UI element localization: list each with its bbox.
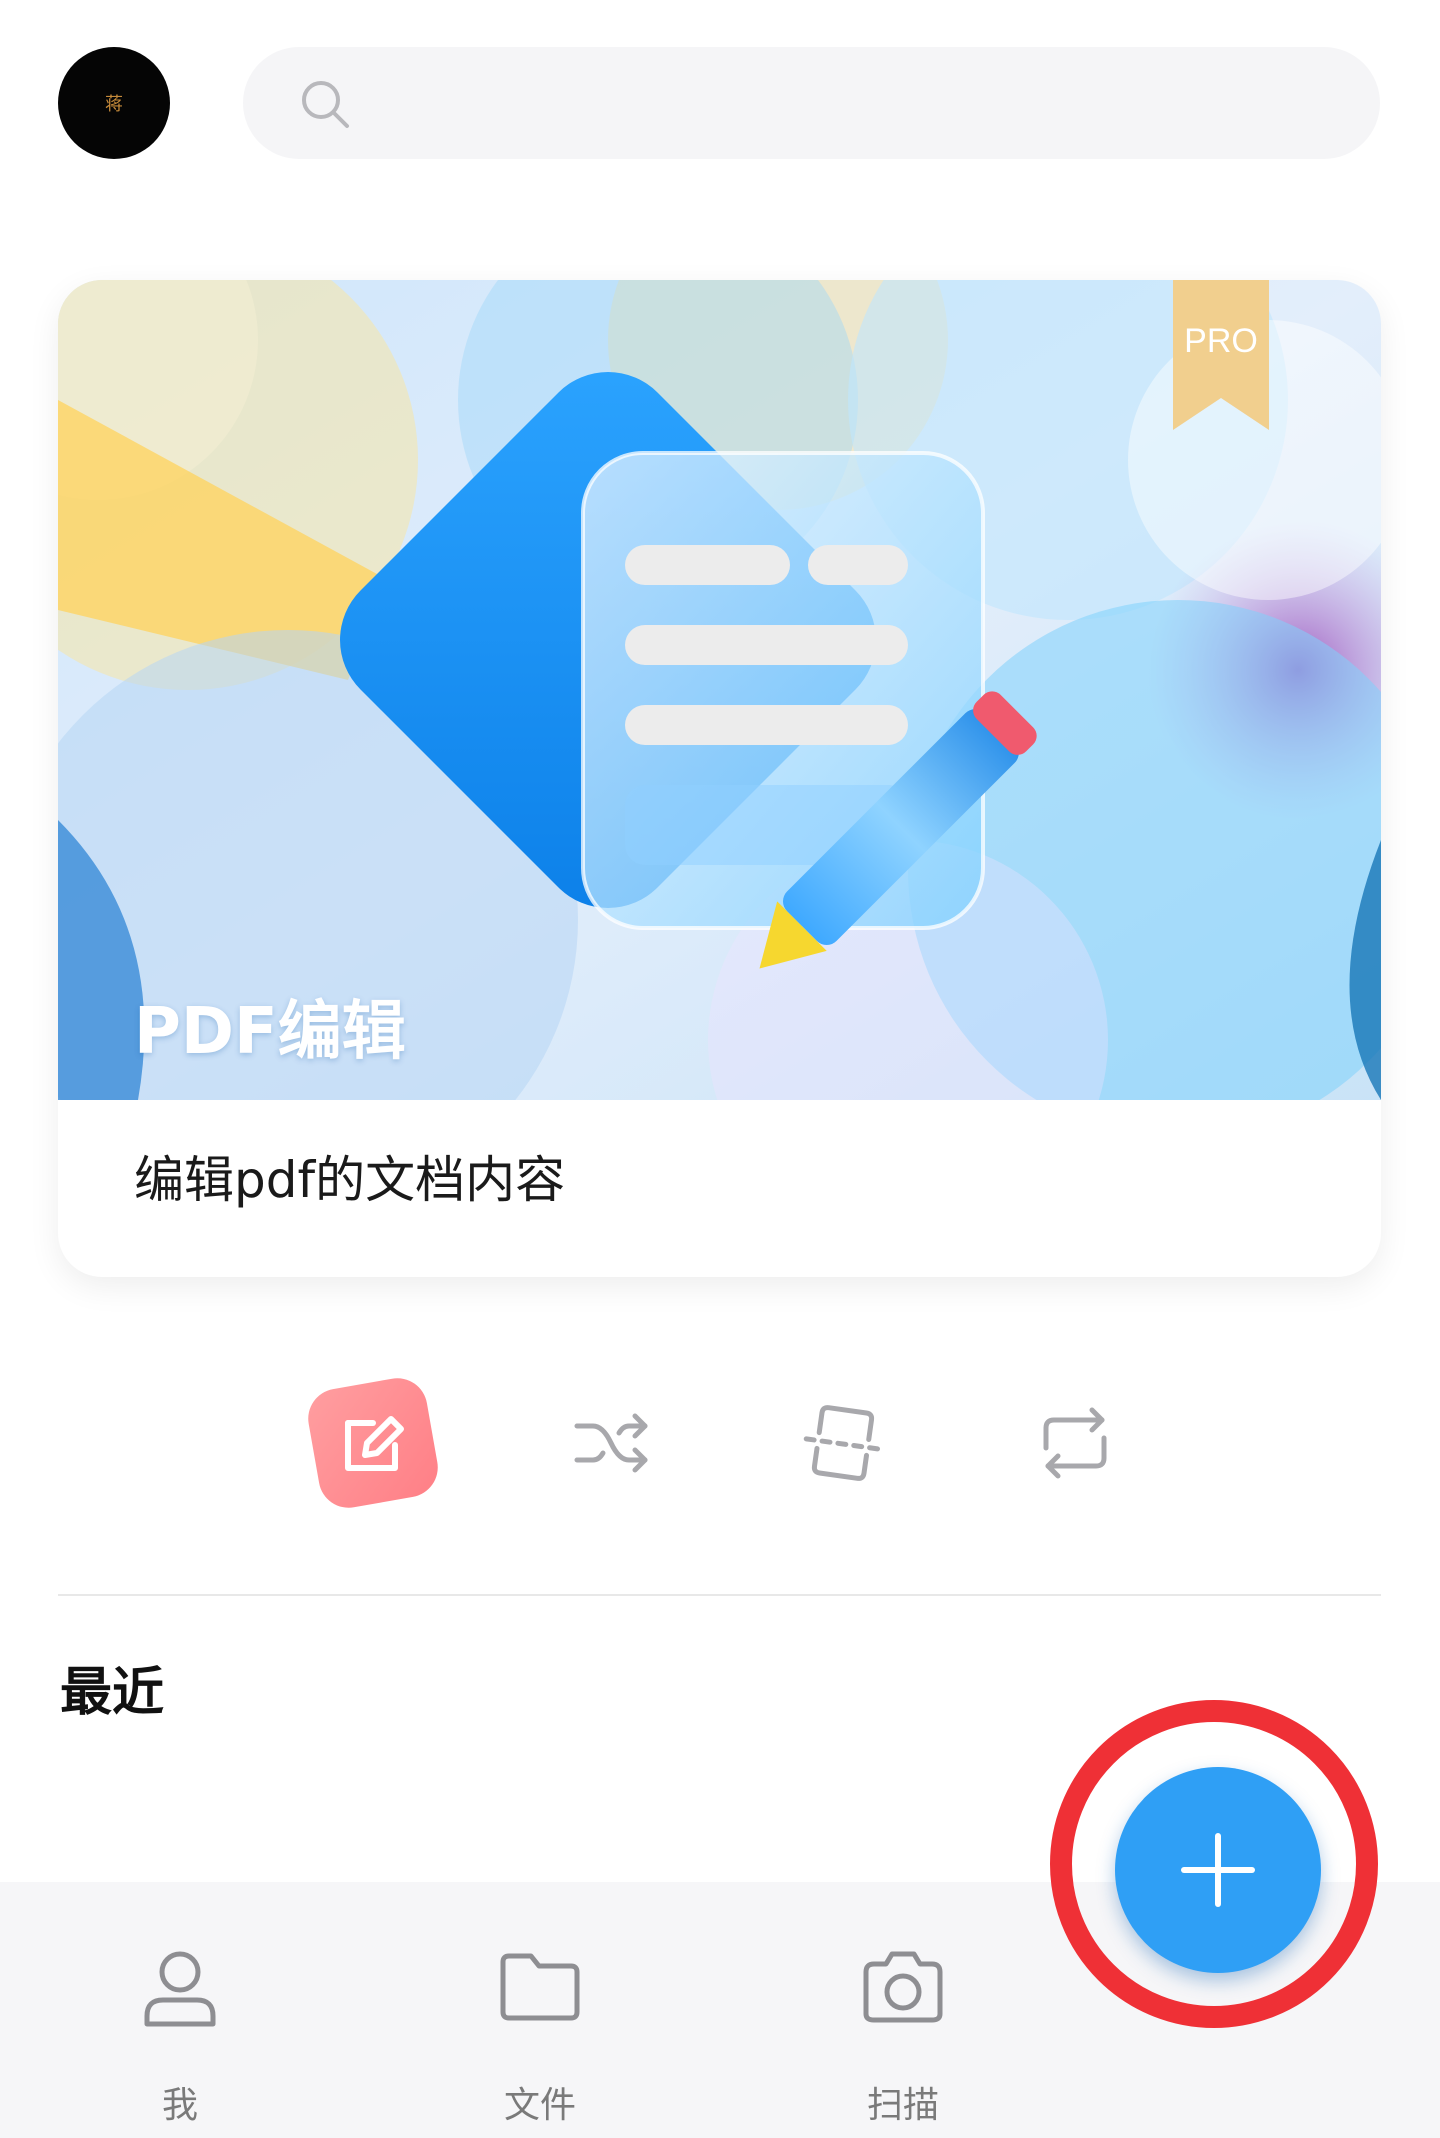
recent-section-title: 最近 [60, 1663, 165, 1723]
nav-item-me[interactable]: 我 [80, 1882, 280, 2138]
avatar-text: 蒋 [105, 94, 123, 115]
section-divider [58, 1594, 1381, 1596]
plus-icon [1181, 1833, 1255, 1907]
tool-convert[interactable] [540, 1373, 680, 1513]
tool-sync[interactable] [1005, 1373, 1145, 1513]
camera-icon [863, 1951, 943, 2023]
scan-icon [803, 1405, 883, 1481]
search-bar[interactable] [243, 47, 1380, 161]
folder-icon [500, 1953, 580, 2021]
tool-edit[interactable] [303, 1373, 443, 1513]
nav-label-scan: 扫描 [866, 2085, 939, 2126]
user-icon [144, 1951, 216, 2027]
nav-label-me: 我 [161, 2085, 198, 2126]
banner-title: PDF编辑 [134, 995, 406, 1069]
shuffle-icon [574, 1413, 648, 1473]
pro-badge: PRO [1173, 280, 1269, 430]
feature-banner: PDF编辑 PRO [58, 280, 1381, 1100]
nav-item-files[interactable]: 文件 [440, 1882, 640, 2138]
nav-item-scan[interactable]: 扫描 [803, 1882, 1003, 2138]
add-button[interactable] [1115, 1767, 1321, 1973]
tool-scan-document[interactable] [773, 1373, 913, 1513]
search-input[interactable] [373, 47, 1337, 161]
card-description: 编辑pdf的文档内容 [134, 1151, 566, 1209]
search-icon [302, 81, 349, 128]
pro-badge-label: PRO [1184, 322, 1258, 360]
nav-label-files: 文件 [503, 2085, 576, 2126]
pdf-edit-card[interactable]: PDF编辑 PRO 编辑pdf的文档内容 [58, 280, 1381, 1277]
avatar[interactable]: 蒋 [58, 47, 170, 159]
tool-row [0, 1373, 1440, 1513]
edit-icon [308, 1378, 438, 1508]
refresh-icon [1043, 1407, 1107, 1479]
